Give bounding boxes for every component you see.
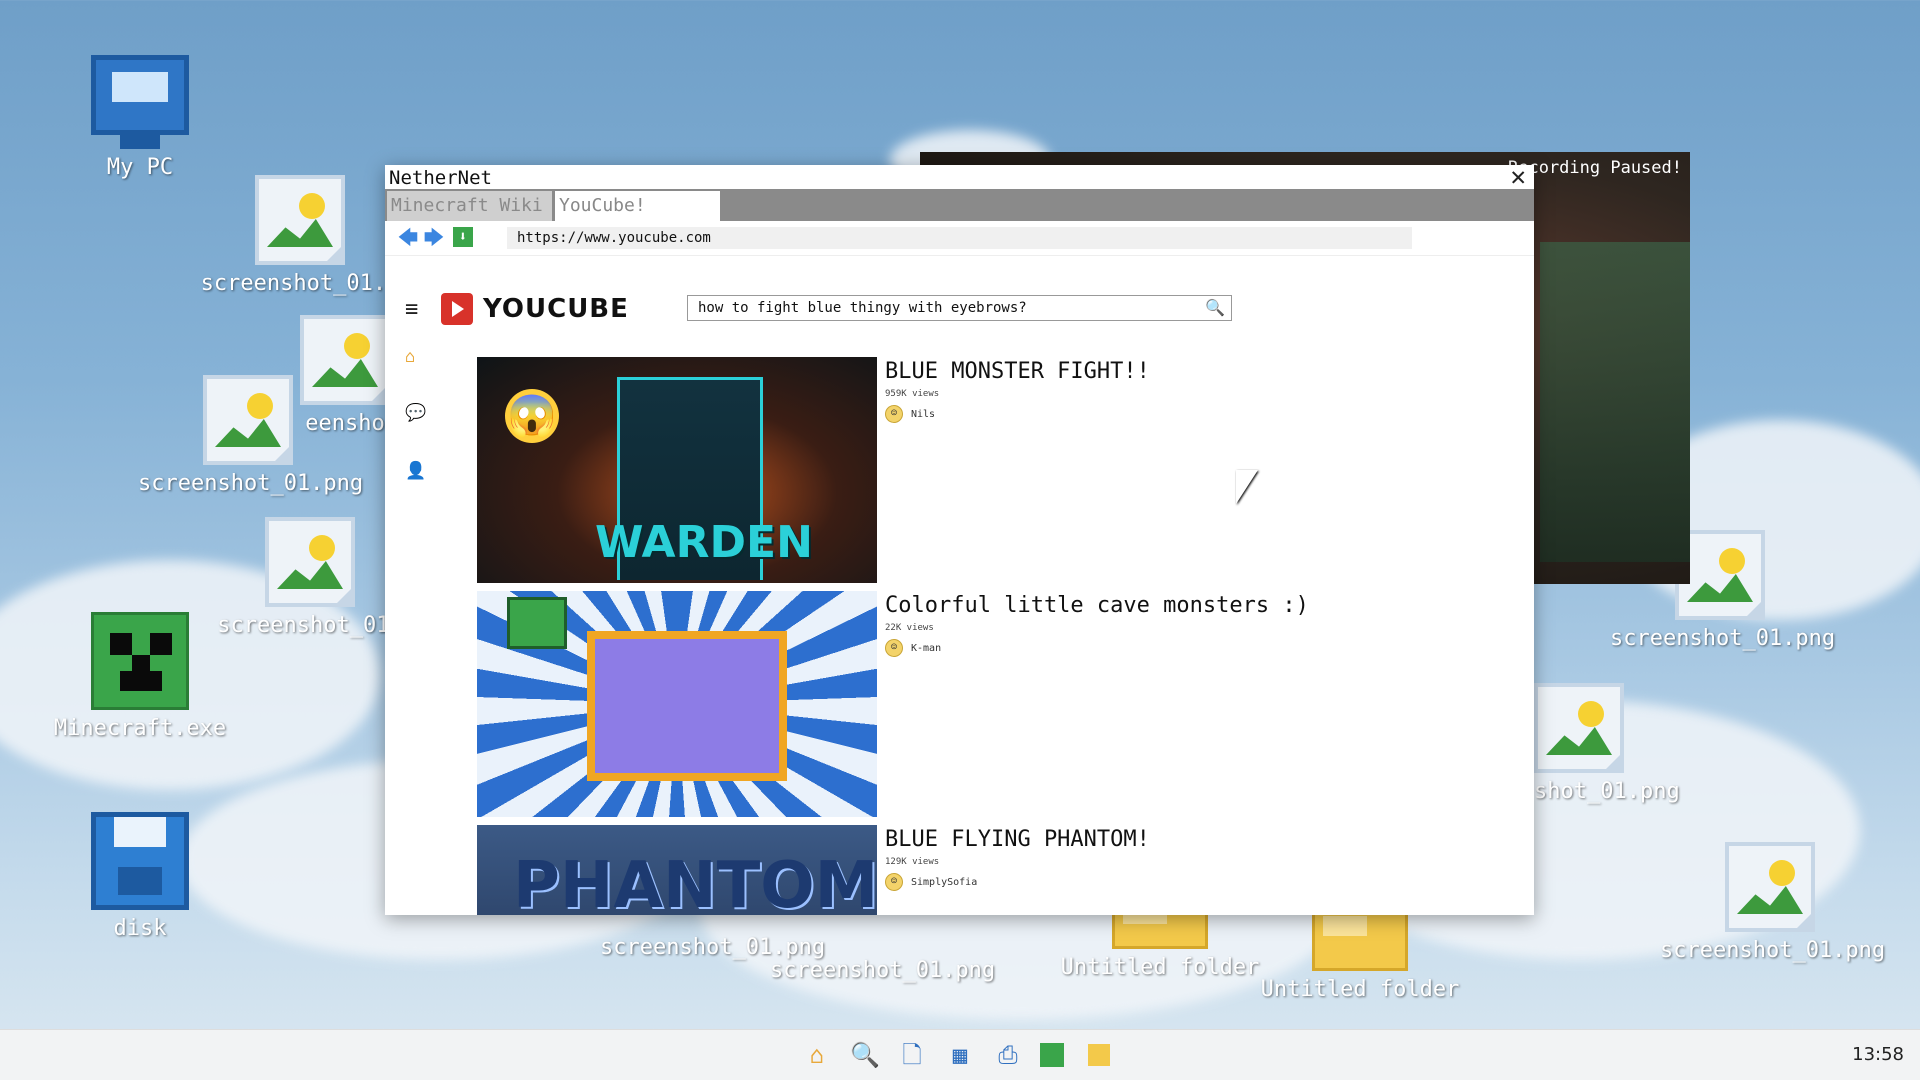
play-logo-icon — [441, 293, 473, 325]
channel-name: SimplySofia — [911, 876, 978, 888]
chat-bubble-icon[interactable]: 💬 — [405, 403, 426, 423]
desktop-icon-screenshot[interactable]: screenshot_01.png — [770, 958, 995, 983]
desktop-icon-label: screenshot_01.png — [1610, 626, 1836, 651]
desktop-icon-label: screenshot_01.p — [200, 271, 400, 296]
desktop-icon-label: Untitled folder — [1260, 977, 1460, 1002]
channel-avatar-icon: ☺ — [885, 639, 903, 657]
desktop-icon-label: screenshot_01.png — [138, 471, 364, 496]
desktop-icon-screenshot[interactable]: screenshot_01.png — [138, 375, 363, 496]
desktop-icon-label: Untitled folder — [1060, 955, 1260, 980]
document-icon[interactable]: 🗋 — [897, 1040, 927, 1070]
home-icon[interactable]: ⌂ — [405, 347, 415, 367]
desktop-icon-screenshot[interactable]: screenshot_01.png — [600, 935, 825, 960]
desktop-icon-screenshot[interactable]: shot_01.png — [1534, 683, 1680, 804]
axolotl-figure — [587, 631, 787, 781]
navigation-bar: 🡄 🡆 ⬇ https://www.youcube.com — [385, 221, 1534, 256]
video-item[interactable]: Colorful little cave monsters :) 22K vie… — [477, 591, 1377, 819]
desktop-icon-label: screenshot_01.png — [770, 958, 996, 983]
window-title: NetherNet — [389, 167, 492, 189]
tab-bar: Minecraft Wiki YouCube! — [385, 189, 1534, 221]
forward-arrow-icon[interactable]: 🡆 — [423, 227, 445, 247]
image-file-icon — [203, 375, 293, 465]
search-icon[interactable]: 🔍 — [1205, 298, 1225, 317]
video-item[interactable]: PHANTOM BLUE FLYING PHANTOM! 129K views … — [477, 825, 1377, 915]
image-file-icon — [255, 175, 345, 265]
creeper-badge-icon — [507, 597, 567, 649]
close-icon[interactable]: ✕ — [1510, 165, 1526, 190]
video-views: 22K views — [885, 623, 934, 633]
video-views: 959K views — [885, 389, 940, 399]
channel-avatar-icon: ☺ — [885, 405, 903, 423]
video-title[interactable]: BLUE MONSTER FIGHT!! — [885, 359, 1150, 384]
image-file-icon — [1534, 683, 1624, 773]
video-channel[interactable]: ☺ SimplySofia — [885, 873, 977, 891]
tab-youcube[interactable]: YouCube! — [555, 191, 720, 221]
video-channel[interactable]: ☺ Nils — [885, 405, 935, 423]
back-arrow-icon[interactable]: 🡄 — [397, 227, 419, 247]
download-icon[interactable]: ⬇ — [453, 227, 473, 247]
channel-avatar-icon: ☺ — [885, 873, 903, 891]
desktop-icon-folder[interactable]: Untitled folder — [1250, 905, 1470, 1002]
video-views: 129K views — [885, 857, 940, 867]
desktop-icon-disk[interactable]: disk — [30, 812, 250, 941]
taskbar: ⌂ 🔍 🗋 ▦ ⎙ 13:58 — [0, 1029, 1920, 1080]
video-thumbnail-phantom[interactable]: PHANTOM — [477, 825, 877, 915]
youcube-logo[interactable]: YOUCUBE — [441, 293, 629, 325]
desktop-icon-label: screenshot_01.png — [600, 935, 826, 960]
search-icon[interactable]: 🔍 — [850, 1040, 880, 1070]
desktop-icon-screenshot[interactable]: screenshot_01.png — [1660, 842, 1885, 963]
video-title[interactable]: BLUE FLYING PHANTOM! — [885, 827, 1150, 852]
image-file-icon — [265, 517, 355, 607]
titlebar[interactable]: NetherNet ✕ — [385, 165, 1534, 190]
monitor-icon — [91, 55, 189, 149]
video-thumbnail-warden[interactable]: 😱 WARDEN — [477, 357, 877, 583]
thumbnail-text: PHANTOM — [513, 849, 877, 915]
calculator-icon[interactable]: ▦ — [945, 1040, 975, 1070]
video-channel[interactable]: ☺ K-man — [885, 639, 941, 657]
floppy-disk-icon — [91, 812, 189, 910]
desktop-icon-label: Minecraft.exe — [53, 716, 227, 741]
video-frame — [1540, 242, 1690, 562]
tab-minecraft-wiki[interactable]: Minecraft Wiki — [387, 191, 552, 221]
video-title[interactable]: Colorful little cave monsters :) — [885, 593, 1309, 618]
channel-name: K-man — [911, 642, 942, 654]
user-icon[interactable]: 👤 — [405, 461, 426, 481]
desktop-icon-label: screenshot_01.png — [1660, 938, 1886, 963]
desktop-icon-minecraft[interactable]: Minecraft.exe — [30, 612, 250, 741]
youcube-page: ≡ YOUCUBE 🔍 ⌂ 💬 👤 😱 WARDEN BLUE MONSTER … — [385, 255, 1534, 915]
creeper-icon — [91, 612, 189, 710]
url-bar[interactable]: https://www.youcube.com — [507, 227, 1412, 249]
desktop-icon-label: shot_01.png — [1534, 779, 1680, 804]
scared-emoji-icon: 😱 — [505, 389, 559, 443]
desktop-icon-my-pc[interactable]: My PC — [30, 55, 250, 180]
clock: 13:58 — [1852, 1044, 1904, 1065]
desktop-icon-label: disk — [113, 916, 167, 941]
search-input[interactable] — [696, 296, 1200, 320]
thumbnail-text: WARDEN — [595, 517, 813, 568]
desktop-icon-label: My PC — [106, 155, 174, 180]
channel-name: Nils — [911, 408, 936, 420]
image-file-icon — [1725, 842, 1815, 932]
home-icon[interactable]: ⌂ — [802, 1040, 832, 1070]
desktop-icon-screenshot[interactable]: screenshot_01.p — [190, 175, 410, 296]
browser-window[interactable]: NetherNet ✕ Minecraft Wiki YouCube! 🡄 🡆 … — [385, 165, 1534, 915]
search-box[interactable]: 🔍 — [687, 295, 1232, 321]
logo-text: YOUCUBE — [483, 294, 629, 324]
mouse-cursor-icon — [1236, 470, 1258, 504]
recording-status: Recording Paused! — [1508, 158, 1682, 178]
minecraft-icon[interactable] — [1040, 1043, 1064, 1067]
menu-icon[interactable]: ≡ — [405, 297, 418, 322]
video-thumbnail-axolotl[interactable] — [477, 591, 877, 817]
notes-icon[interactable] — [1088, 1044, 1110, 1066]
printer-icon[interactable]: ⎙ — [993, 1040, 1023, 1070]
